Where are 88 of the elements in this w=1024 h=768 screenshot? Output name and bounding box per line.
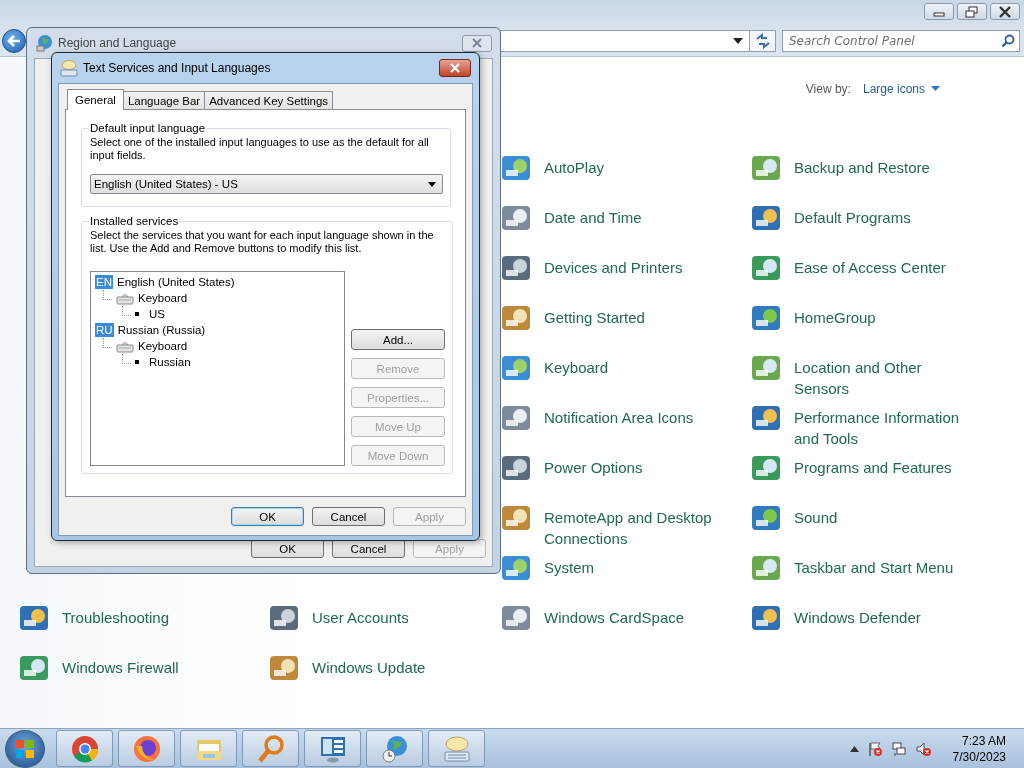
browser-icon	[131, 733, 162, 764]
start-button[interactable]	[5, 729, 45, 768]
taskbar-button[interactable]	[242, 730, 299, 767]
applet-link[interactable]: Performance Information and Tools	[794, 407, 974, 449]
globe-icon	[35, 34, 53, 52]
taskbar-button[interactable]	[366, 730, 423, 767]
search-icon	[1001, 34, 1015, 48]
applet-link[interactable]: User Accounts	[312, 607, 409, 628]
tree-item[interactable]: US	[149, 308, 165, 320]
applet-link[interactable]: Sound	[794, 507, 838, 528]
group-label: Installed services	[89, 215, 180, 227]
applet-link[interactable]: Taskbar and Start Menu	[794, 557, 954, 578]
search-field[interactable]: Search Control Panel	[782, 30, 1020, 52]
language-badge: RU	[95, 323, 114, 337]
keyboard-icon	[60, 59, 78, 77]
dialog-button[interactable]: Add...	[351, 329, 445, 350]
caret-icon	[931, 86, 940, 92]
flag-logo-icon	[14, 737, 36, 760]
keyboard-icon	[441, 733, 472, 764]
globe-clock-icon	[379, 733, 410, 764]
tab[interactable]: General	[67, 89, 124, 110]
window-title: Text Services and Input Languages	[83, 61, 272, 75]
clock-date: 7/30/2023	[952, 748, 1006, 765]
taskbar-button[interactable]	[118, 730, 175, 767]
dropdown-caret-icon	[733, 38, 743, 44]
applet-link[interactable]: Troubleshooting	[62, 607, 169, 628]
close-icon	[449, 63, 461, 73]
tab[interactable]: Language Bar	[122, 91, 206, 109]
close-icon	[471, 38, 483, 48]
applet-link[interactable]: HomeGroup	[794, 307, 876, 328]
network-icon[interactable]	[890, 740, 907, 757]
applet-link[interactable]: Ease of Access Center	[794, 257, 946, 278]
bullet-icon	[135, 360, 139, 364]
applet-link[interactable]: Location and Other Sensors	[794, 357, 974, 399]
tree-item[interactable]: English (United States)	[117, 276, 235, 288]
view-mode-link[interactable]: Large icons	[862, 82, 940, 96]
taskbar-button[interactable]	[180, 730, 237, 767]
window-title: Region and Language	[58, 36, 178, 50]
tree-item[interactable]: Russian	[149, 356, 191, 368]
back-arrow-icon	[7, 34, 21, 48]
taskbar-button[interactable]	[304, 730, 361, 767]
minimize-button[interactable]	[924, 3, 954, 20]
tree-item[interactable]: Keyboard	[138, 292, 188, 304]
applet-link[interactable]: Windows Update	[312, 657, 426, 678]
restore-button[interactable]	[957, 3, 987, 20]
speaker-muted-icon[interactable]	[914, 740, 931, 757]
applet-link[interactable]: Backup and Restore	[794, 157, 930, 178]
applet-link[interactable]: System	[544, 557, 594, 578]
applet-link[interactable]: Power Options	[544, 457, 643, 478]
browser-icon	[69, 733, 100, 764]
refresh-icon	[754, 33, 771, 49]
close-icon	[998, 5, 1012, 18]
language-dropdown[interactable]: English (United States) - US	[90, 174, 443, 194]
taskbar-button[interactable]	[428, 730, 485, 767]
dialog-button[interactable]: OK	[231, 507, 304, 526]
applet-link[interactable]: Programs and Features	[794, 457, 952, 478]
back-button[interactable]	[2, 29, 26, 53]
applet-link[interactable]: RemoteApp and Desktop Connections	[544, 507, 724, 549]
caret-icon	[428, 181, 436, 187]
close-button[interactable]	[439, 59, 471, 77]
applet-link[interactable]: Default Programs	[794, 207, 911, 228]
applet-link[interactable]: Devices and Printers	[544, 257, 683, 278]
dialog-button[interactable]: Cancel	[312, 507, 385, 526]
description-text: Select the services that you want for each input language shown in the list. Use the Add and Remove buttons to modify this list.	[90, 229, 435, 255]
bullet-icon	[135, 312, 139, 316]
clock-time: 7:23 AM	[961, 732, 1006, 749]
applet-link[interactable]: Windows Firewall	[62, 657, 179, 678]
applet-link[interactable]: Date and Time	[544, 207, 642, 228]
applet-link[interactable]: Notification Area Icons	[544, 407, 694, 428]
flag-icon[interactable]	[866, 740, 883, 757]
applet-link[interactable]: Getting Started	[544, 307, 645, 328]
show-hidden-icon[interactable]	[849, 745, 859, 752]
applet-link[interactable]: AutoPlay	[544, 157, 605, 178]
applet-link[interactable]: Keyboard	[544, 357, 609, 378]
language-badge: EN	[95, 275, 113, 289]
close-button[interactable]	[990, 3, 1020, 20]
applet-link[interactable]: Windows Defender	[794, 607, 921, 628]
group-label: Default input language	[89, 122, 207, 134]
applet-link[interactable]: Windows CardSpace	[544, 607, 685, 628]
description-text: Select one of the installed input languages to use as the default for all input fields.	[90, 136, 430, 162]
view-by-label: View by:	[805, 82, 851, 96]
tab[interactable]: Advanced Key Settings	[204, 91, 334, 109]
restore-icon	[965, 5, 979, 18]
taskbar-button[interactable]	[56, 730, 113, 767]
tree-item[interactable]: Keyboard	[138, 340, 188, 352]
tree-item[interactable]: Russian (Russia)	[117, 324, 206, 336]
refresh-button[interactable]	[750, 30, 776, 52]
magnifier-icon	[255, 733, 286, 764]
